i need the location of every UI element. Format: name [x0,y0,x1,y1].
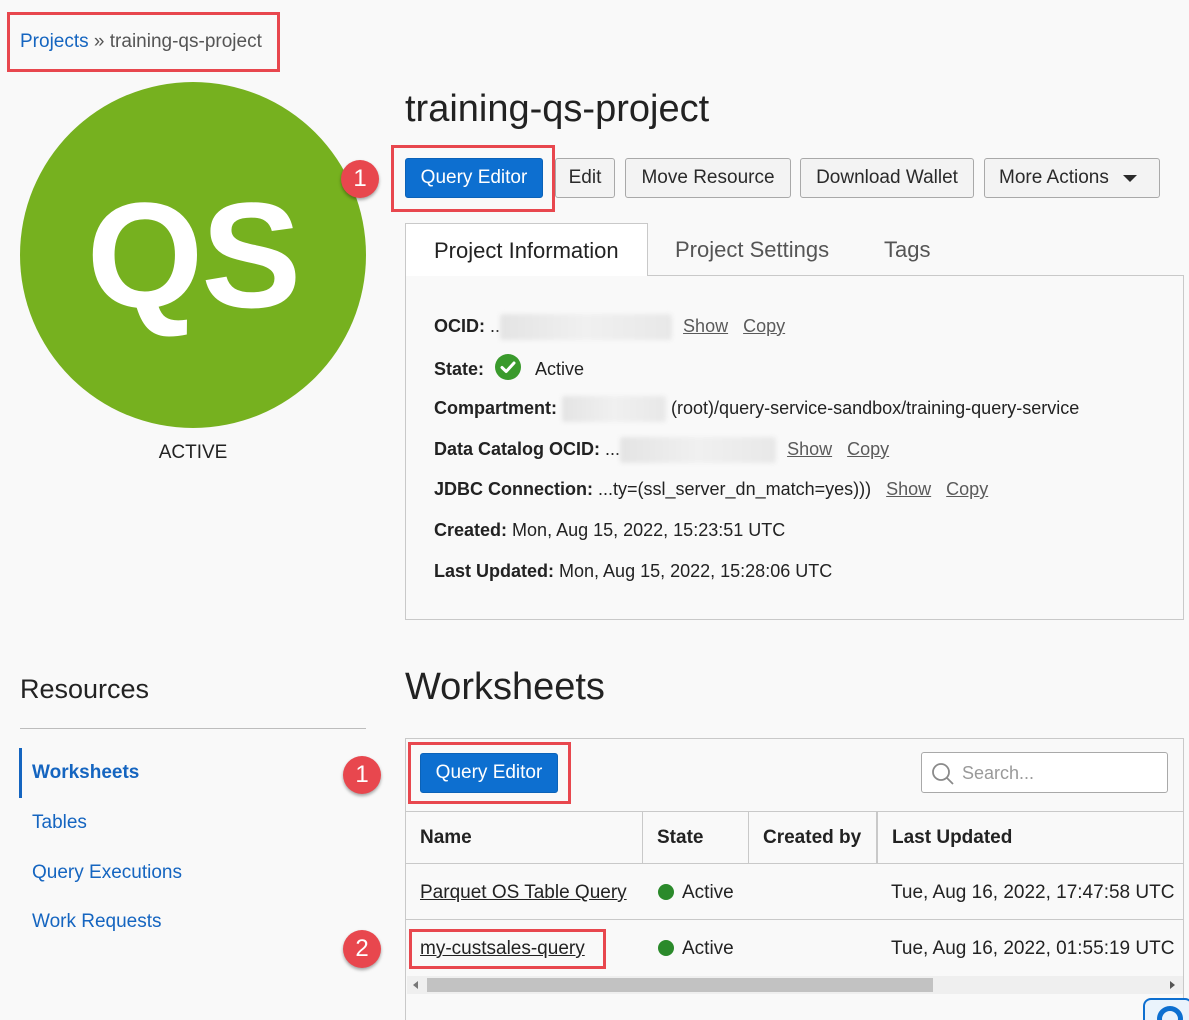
search-icon [931,762,955,791]
ocid-redacted [500,314,673,340]
caret-down-icon [1122,174,1137,182]
updated-row: Last Updated: Mon, Aug 15, 2022, 15:28:0… [434,561,832,582]
tab-project-information[interactable]: Project Information [405,223,648,277]
avatar: QS [20,82,366,428]
created-value: Mon, Aug 15, 2022, 15:23:51 UTC [512,520,786,540]
avatar-initials: QS [86,170,302,339]
resources-title: Resources [20,674,150,704]
jdbc-show-link[interactable]: Show [886,479,931,499]
worksheet-name-link[interactable]: Parquet OS Table Query [420,882,627,904]
active-status-dot-icon [658,884,674,900]
worksheet-state-label: Active [682,938,734,959]
sidebar-item-query-executions[interactable]: Query Executions [32,862,182,884]
catalog-redacted [620,437,777,463]
state-label: State: [434,359,485,379]
jdbc-copy-link[interactable]: Copy [946,479,988,499]
compartment-label: Compartment: [434,397,558,418]
ocid-label: OCID: [434,315,485,336]
jdbc-value: ...ty=(ssl_server_dn_match=yes))) [598,479,872,499]
resources-active-indicator [19,748,22,798]
created-row: Created: Mon, Aug 15, 2022, 15:23:51 UTC [434,520,785,541]
state-value: Active [535,359,585,379]
move-resource-button[interactable]: Move Resource [625,158,791,198]
search-input[interactable]: Search... [921,752,1168,793]
sidebar-item-tables[interactable]: Tables [32,812,87,834]
query-editor-highlight [391,145,555,212]
avatar-status: ACTIVE [158,442,228,463]
catalog-label: Data Catalog OCID: [434,438,601,459]
updated-label: Last Updated: [434,561,555,581]
edit-button[interactable]: Edit [555,158,615,198]
tab-tags[interactable]: Tags [884,237,930,263]
created-label: Created: [434,520,508,540]
resources-divider [20,728,366,729]
active-status-dot-icon [658,940,674,956]
check-circle-icon [495,354,522,385]
worksheets-title: Worksheets [405,666,605,708]
more-actions-button[interactable]: More Actions [984,158,1160,198]
catalog-value: ... [605,438,621,459]
ocid-show-link[interactable]: Show [683,316,728,336]
download-wallet-button[interactable]: Download Wallet [800,158,974,198]
sidebar-item-work-requests[interactable]: Work Requests [32,911,162,933]
catalog-row: Data Catalog OCID: ... Show Copy [434,437,889,463]
worksheet-state: Active [658,882,734,904]
jdbc-label: JDBC Connection: [434,479,593,499]
column-header-last-updated[interactable]: Last Updated [877,812,1183,864]
worksheets-query-editor-highlight [408,742,571,804]
sidebar-item-worksheets[interactable]: Worksheets [32,762,139,784]
scroll-left-arrow-icon[interactable] [413,981,418,989]
callout-1-bottom: 1 [343,756,381,794]
state-row: State: Active [434,354,584,385]
ocid-value: .. [490,315,501,336]
ocid-row: OCID: .. Show Copy [434,314,785,340]
catalog-show-link[interactable]: Show [787,439,832,459]
ocid-copy-link[interactable]: Copy [743,316,785,336]
more-actions-label: More Actions [999,167,1109,188]
scrollbar-thumb[interactable] [427,978,933,992]
jdbc-row: JDBC Connection: ...ty=(ssl_server_dn_ma… [434,479,988,500]
lifebuoy-icon [1157,1006,1183,1020]
compartment-row: Compartment: (root)/query-service-sandbo… [434,396,1079,422]
compartment-redacted [562,396,667,422]
column-header-created-by[interactable]: Created by [749,812,877,864]
worksheet-state: Active [658,938,734,960]
tab-project-settings[interactable]: Project Settings [675,237,829,263]
compartment-value: (root)/query-service-sandbox/training-qu… [671,397,1080,418]
column-header-state[interactable]: State [643,812,749,864]
callout-2: 2 [343,930,381,968]
worksheet-state-label: Active [682,882,734,903]
catalog-copy-link[interactable]: Copy [847,439,889,459]
search-placeholder: Search... [962,763,1035,783]
help-widget[interactable] [1143,998,1189,1020]
breadcrumb-highlight [7,12,280,72]
scroll-right-arrow-icon[interactable] [1170,981,1175,989]
my-custsales-query-highlight [409,929,606,969]
worksheet-updated: Tue, Aug 16, 2022, 01:55:19 UTC [891,938,1175,959]
tab-project-information-label: Project Information [434,238,619,263]
horizontal-scrollbar[interactable] [407,976,1183,994]
updated-value: Mon, Aug 15, 2022, 15:28:06 UTC [559,561,833,581]
page-title: training-qs-project [405,88,710,130]
callout-1-top: 1 [341,160,379,198]
worksheet-updated: Tue, Aug 16, 2022, 17:47:58 UTC [891,882,1175,903]
column-header-name[interactable]: Name [406,812,643,864]
